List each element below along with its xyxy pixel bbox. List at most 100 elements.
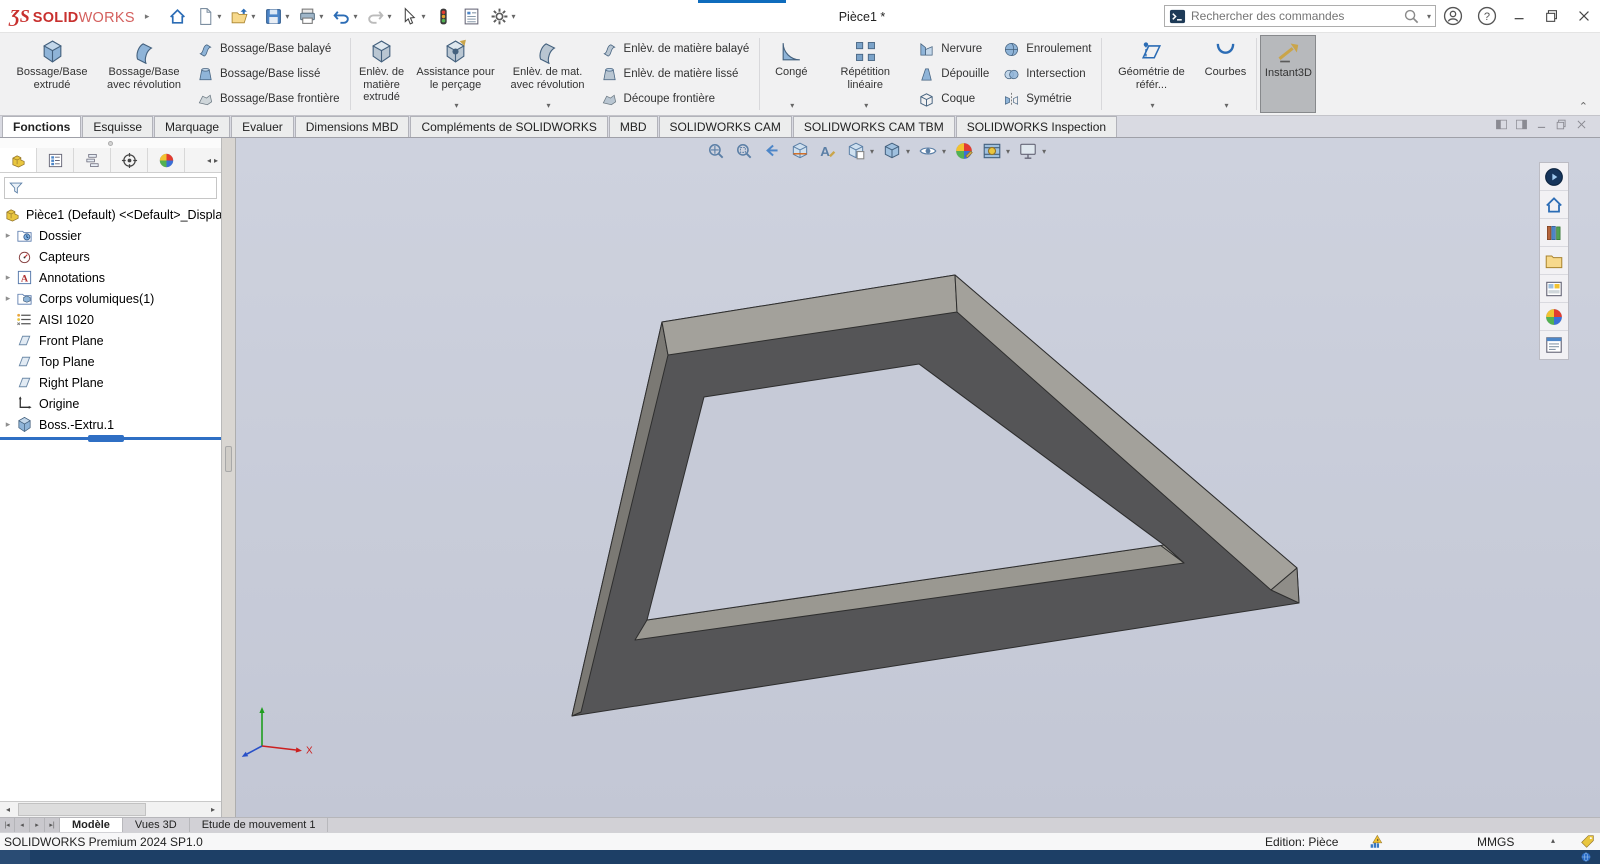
headsup-section-view-button[interactable] (790, 141, 810, 161)
qat-gear-button[interactable] (487, 3, 518, 29)
qat-undo-button[interactable] (329, 3, 360, 29)
ribbon-button-intersection[interactable]: Intersection (1003, 62, 1091, 86)
previous-pane-button[interactable] (1495, 118, 1508, 134)
document-tab-modèle[interactable]: Modèle (60, 818, 123, 832)
headsup-zoom-fit-button[interactable] (706, 141, 726, 161)
doc-close-button[interactable] (1575, 118, 1588, 134)
collapse-ribbon-icon[interactable]: ⌃ (1579, 100, 1588, 113)
tab-evaluer[interactable]: Evaluer (231, 116, 294, 137)
tab-nav-next-button[interactable]: ▸ (30, 818, 45, 832)
tree-item-origine[interactable]: Origine (0, 393, 221, 414)
rollback-bar[interactable] (0, 437, 221, 440)
document-tab-vues-3d[interactable]: Vues 3D (123, 818, 190, 832)
expand-arrow-icon[interactable] (0, 419, 16, 430)
dropdown-arrow-icon[interactable] (790, 101, 794, 112)
dropdown-arrow-icon[interactable] (387, 11, 391, 21)
ribbon-button-enlèv-de-matière-extrudé[interactable]: Enlèv. de matière extrudé (354, 35, 410, 113)
search-input[interactable] (1191, 9, 1398, 23)
tree-item-aisi-1020[interactable]: AISI 1020 (0, 309, 221, 330)
dropdown-arrow-icon[interactable] (353, 11, 357, 21)
dropdown-arrow-icon[interactable] (1150, 101, 1154, 112)
qat-save-button[interactable] (261, 3, 292, 29)
taskpane-view-palette-tab[interactable] (1540, 275, 1568, 303)
search-icon[interactable] (1403, 8, 1420, 25)
tab-nav-last-button[interactable]: ▸| (45, 818, 60, 832)
qat-open-button[interactable] (227, 3, 258, 29)
qat-rebuild-button[interactable] (431, 3, 456, 29)
splitter-handle[interactable] (225, 446, 232, 472)
panel-viewport-splitter[interactable] (222, 138, 236, 817)
command-search-box[interactable] (1164, 5, 1436, 27)
qat-select-button[interactable] (397, 3, 428, 29)
tab-nav-first-button[interactable]: |◂ (0, 818, 15, 832)
dropdown-arrow-icon[interactable] (906, 146, 910, 156)
tree-root-item[interactable]: Pièce1 (Default) <<Default>_Display S (0, 204, 221, 225)
taskpane-design-library-tab[interactable] (1540, 219, 1568, 247)
panel-tab-part-yellow[interactable] (0, 148, 37, 172)
ribbon-button-géométrie-de-référ[interactable]: Géométrie de référ... (1105, 35, 1197, 113)
panel-tab-config[interactable] (74, 148, 111, 172)
ribbon-button-nervure[interactable]: Nervure (918, 37, 989, 61)
doc-minimize-button[interactable] (1535, 118, 1548, 134)
ribbon-button-bossage-base-extrudé[interactable]: Bossage/Base extrudé (6, 35, 98, 113)
taskpane-custom-properties-tab[interactable] (1540, 331, 1568, 359)
logo-flyout-arrow-icon[interactable]: ▸ (145, 11, 150, 22)
close-button[interactable] (1568, 1, 1600, 31)
tab-fonctions[interactable]: Fonctions (2, 116, 81, 137)
login-button[interactable] (1436, 1, 1470, 31)
status-units-text[interactable]: MMGS (1477, 835, 1514, 849)
model-canvas[interactable]: X (236, 138, 1599, 817)
dropdown-arrow-icon[interactable] (421, 11, 425, 21)
dropdown-arrow-icon[interactable] (319, 11, 323, 21)
dropdown-arrow-icon[interactable] (1224, 101, 1228, 112)
tab-esquisse[interactable]: Esquisse (82, 116, 153, 137)
headsup-hide-show-items-button[interactable] (918, 141, 946, 161)
qat-print-button[interactable] (295, 3, 326, 29)
headsup-display-style-button[interactable] (882, 141, 910, 161)
ribbon-button-congé[interactable]: Congé (763, 35, 819, 113)
tab-solidworks-cam[interactable]: SOLIDWORKS CAM (659, 116, 792, 137)
qat-new-doc-button[interactable] (193, 3, 224, 29)
headsup-view-settings-button[interactable] (1018, 141, 1046, 161)
taskbar-network-icon[interactable] (1580, 851, 1592, 863)
dropdown-arrow-icon[interactable] (1042, 146, 1046, 156)
ribbon-button-coque[interactable]: Coque (918, 87, 989, 111)
ribbon-button-courbes[interactable]: Courbes (1197, 35, 1253, 113)
ribbon-button-enlèv-de-matière-lissé[interactable]: Enlèv. de matière lissé (601, 62, 750, 86)
dropdown-arrow-icon[interactable] (251, 11, 255, 21)
tab-scroll-left-icon[interactable]: ◂ (207, 156, 211, 165)
ribbon-button-bossage-base-balayé[interactable]: Bossage/Base balayé (197, 37, 340, 61)
document-tab-etude-de-mouvement-1[interactable]: Etude de mouvement 1 (190, 818, 329, 832)
scrollbar-track[interactable] (16, 802, 205, 817)
scroll-left-icon[interactable]: ◂ (0, 802, 16, 817)
scrollbar-thumb[interactable] (18, 803, 146, 816)
panel-tab-display-sphere[interactable] (148, 148, 185, 172)
taskbar-start-area[interactable] (0, 850, 30, 864)
next-pane-button[interactable] (1515, 118, 1528, 134)
qat-redo-button[interactable] (363, 3, 394, 29)
qat-file-props-button[interactable] (459, 3, 484, 29)
tree-item-top-plane[interactable]: Top Plane (0, 351, 221, 372)
tab-nav-prev-button[interactable]: ◂ (15, 818, 30, 832)
help-button[interactable]: ? (1470, 1, 1504, 31)
ribbon-button-bossage-base-frontière[interactable]: Bossage/Base frontière (197, 87, 340, 111)
dropdown-arrow-icon[interactable] (285, 11, 289, 21)
dropdown-arrow-icon[interactable] (942, 146, 946, 156)
search-dropdown-arrow-icon[interactable] (1427, 11, 1431, 21)
tree-filter-box[interactable] (4, 177, 217, 199)
units-dropdown-arrow-icon[interactable] (1551, 836, 1555, 845)
ribbon-button-enlèv-de-matière-balayé[interactable]: Enlèv. de matière balayé (601, 37, 750, 61)
dropdown-arrow-icon[interactable] (511, 11, 515, 21)
rollback-handle[interactable] (88, 435, 124, 442)
headsup-prev-view-button[interactable] (762, 141, 782, 161)
tab-scroll-right-icon[interactable]: ▸ (214, 156, 218, 165)
taskpane-appearances-scenes-tab[interactable] (1540, 303, 1568, 331)
restore-button[interactable] (1536, 1, 1568, 31)
performance-monitor-icon[interactable] (1368, 834, 1384, 850)
tree-item-boss-extru-1[interactable]: Boss.-Extru.1 (0, 414, 221, 435)
dropdown-arrow-icon[interactable] (455, 101, 459, 112)
dropdown-arrow-icon[interactable] (870, 146, 874, 156)
panel-horizontal-scrollbar[interactable]: ◂ ▸ (0, 801, 221, 817)
ribbon-button-instant3d[interactable]: Instant3D (1260, 35, 1316, 113)
ribbon-button-symétrie[interactable]: Symétrie (1003, 87, 1091, 111)
